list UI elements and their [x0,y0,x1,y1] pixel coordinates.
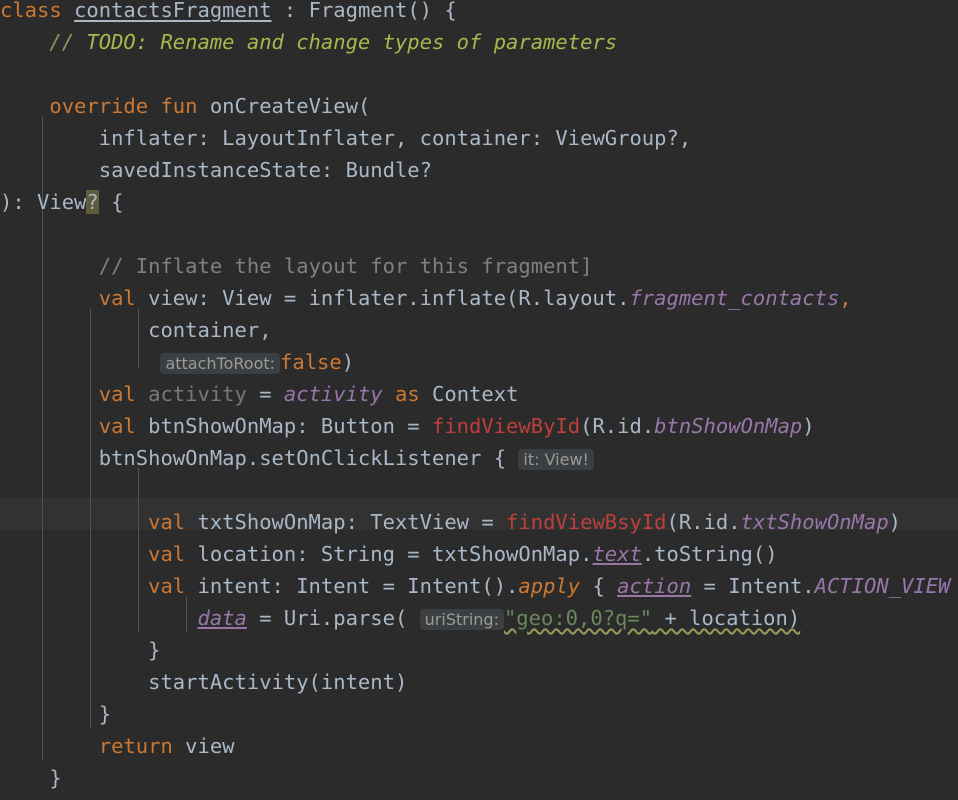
resource-txtshowonmap: txtShowOnMap [740,510,889,534]
comment-slashes: // [49,30,75,54]
tostring-call: .toString() [641,542,778,566]
code-line-25: } [0,762,958,794]
param-container-nullable: ?, [666,126,692,150]
scope-function-apply: apply [518,574,581,598]
keyword-val: val [148,510,186,534]
keyword-val: val [98,382,136,406]
superclass: Fragment() { [308,0,457,22]
close-paren: ) [802,414,815,438]
code-line-8-blank [0,218,958,250]
unused-activity-var: activity [135,382,260,406]
code-line-20: data = Uri.parse( uriString: "geo:0,0?q="… [0,602,958,634]
keyword-override: override [49,94,149,118]
inflate-comment: // Inflate the layout for this fragment] [98,254,593,278]
code-line-17: val txtShowOnMap: TextView = findViewBsy… [0,506,958,538]
resource-prefix: (R.id. [666,510,741,534]
keyword-fun: fun [160,94,198,118]
inlay-hint-attachtoroot[interactable]: attachToRoot: [160,353,281,374]
code-line-16-blank [0,474,958,506]
inlay-hint-it-view[interactable]: it: View! [518,449,594,470]
close-paren: ) [341,350,355,374]
setonclicklistener-call: btnShowOnMap.setOnClickListener { [98,446,507,470]
resource-fragment-contacts: fragment_contacts [629,286,840,310]
property-action: action [617,574,692,598]
close-brace-class: } [49,766,62,790]
close-paren: ) [888,510,902,534]
code-line-19: val intent: Intent = Intent().apply { ac… [0,570,958,602]
param-savedinstancestate: savedInstanceState: Bundle? [98,158,432,182]
close-brace: } [98,702,112,726]
code-line-2: // TODO: Rename and change types of para… [0,26,958,58]
string-geo-uri: "geo:0,0?q=" [503,606,653,630]
code-line-9: // Inflate the layout for this fragment] [0,250,958,282]
const-action-view: ACTION_VIEW [814,574,951,598]
nullable-marker-highlight: ? [86,190,99,214]
call-findviewbsyid-typo: findViewBsyId [506,510,667,534]
code-line-10: val view: View = inflater.inflate(R.layo… [0,282,958,314]
property-text: text [592,542,642,566]
param-container: container: ViewGroup [407,126,667,150]
code-line-24: return view [0,730,958,762]
code-line-4: override fun onCreateView( [0,90,958,122]
code-line-1: class contactsFragment : Fragment() { [0,0,958,26]
resource-btnshowonmap: btnShowOnMap [654,414,803,438]
code-line-12: attachToRoot: false) [0,346,958,378]
property-activity: activity [283,382,383,406]
code-line-18: val location: String = txtShowOnMap.text… [0,538,958,570]
keyword-val: val [98,286,136,310]
code-line-15: btnShowOnMap.setOnClickListener { it: Vi… [0,442,958,474]
btn-decl: btnShowOnMap: Button = [135,414,432,438]
location-decl: location: String = txtShowOnMap. [185,542,593,566]
code-content[interactable]: class contactsFragment : Fragment() { //… [0,0,958,800]
return-value: view [172,734,235,758]
todo-comment: TODO: Rename and change types of paramet… [74,30,618,54]
txt-decl: txtShowOnMap: TextView = [185,510,507,534]
code-line-11: container, [0,314,958,346]
class-name: contactsFragment [74,0,272,22]
comma: , [839,286,852,310]
code-line-5: inflater: LayoutInflater, container: Vie… [0,122,958,154]
arg-container: container, [148,318,272,342]
open-brace: { [580,574,618,598]
type-context: Context [432,382,519,406]
keyword-return: return [98,734,173,758]
call-findviewbyid: findViewById [432,414,581,438]
keyword-as: as [382,382,433,406]
keyword-val: val [98,414,136,438]
keyword-class: class [0,0,62,22]
literal-false: false [280,350,342,374]
code-line-14: val btnShowOnMap: Button = findViewById(… [0,410,958,442]
property-data: data [197,606,247,630]
code-line-7: ): View? { [0,186,958,218]
code-line-3-blank [0,58,958,90]
view-decl: view: View = inflater.inflate(R.layout. [135,286,630,310]
function-name: onCreateView( [209,94,371,118]
intent-decl: intent: Intent = Intent(). [185,574,519,598]
assign: = [259,382,284,406]
code-line-22: startActivity(intent) [0,666,958,698]
uri-parse-call: = Uri.parse( [246,606,408,630]
return-type: ): View [0,190,87,214]
class-colon: : [271,0,309,22]
resource-prefix: (R.id. [580,414,655,438]
inlay-hint-uristring[interactable]: uriString: [419,609,504,630]
open-brace: { [98,190,124,214]
close-brace: } [148,638,161,662]
code-editor[interactable]: class contactsFragment : Fragment() { //… [0,0,958,790]
code-line-13: val activity = activity as Context [0,378,958,410]
code-line-21: } [0,634,958,666]
assign-intent: = Intent. [691,574,815,598]
keyword-val: val [148,542,186,566]
param-inflater: inflater: LayoutInflater, [98,126,408,150]
concat-location: + location) [652,606,801,630]
keyword-val: val [148,574,186,598]
startactivity-call: startActivity(intent) [148,670,408,694]
code-line-6: savedInstanceState: Bundle? [0,154,958,186]
code-line-23: } [0,698,958,730]
